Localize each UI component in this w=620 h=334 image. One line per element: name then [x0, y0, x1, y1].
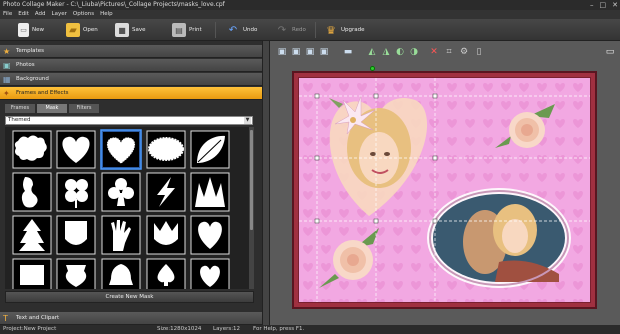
- delete-icon[interactable]: ✕: [428, 46, 440, 58]
- new-document-icon: ▭: [18, 23, 29, 37]
- mask-thumb-heart-soft[interactable]: [190, 215, 230, 255]
- collage-canvas[interactable]: [298, 77, 591, 303]
- accordion-frames-and-effects[interactable]: ✦ Frames and Effects: [0, 87, 262, 100]
- mask-thumb-tulip[interactable]: [146, 215, 186, 255]
- mask-thumb-heart[interactable]: [56, 130, 96, 169]
- folder-icon: ▰: [66, 23, 80, 37]
- mask-thumb-spade[interactable]: [146, 258, 186, 289]
- main-toolbar: ▭ New ▰ Open ■ Save ▤ Print ↶ Undo ↷ Red…: [0, 19, 620, 41]
- accordion-text-and-clipart[interactable]: T Text and Clipart: [0, 312, 262, 325]
- accordion-photos[interactable]: ▣ Photos: [0, 59, 262, 72]
- chevron-down-icon: ▼: [244, 117, 251, 124]
- mask-thumb-heart-lace[interactable]: [100, 129, 142, 170]
- tab-filters[interactable]: Filters: [69, 104, 99, 113]
- status-size: Size:1280x1024: [157, 326, 202, 332]
- create-new-mask-button[interactable]: Create New Mask: [5, 291, 254, 303]
- crop-icon[interactable]: ⌗: [443, 46, 455, 58]
- send-back-icon[interactable]: ▣: [318, 46, 330, 58]
- page-icon[interactable]: ▭: [604, 46, 616, 58]
- redo-arrow-icon: ↷: [277, 24, 287, 36]
- mask-thumb-vase[interactable]: [56, 258, 96, 289]
- status-layers: Layers:12: [213, 326, 241, 332]
- menu-file[interactable]: File: [3, 10, 12, 19]
- panel-splitter[interactable]: [262, 41, 270, 325]
- minimize-button[interactable]: –: [590, 0, 594, 10]
- mask-thumb-clover[interactable]: [56, 172, 96, 212]
- status-help: For Help, press F1.: [253, 326, 305, 332]
- photos-icon: ▣: [3, 61, 11, 70]
- bring-front-icon[interactable]: ▣: [276, 46, 288, 58]
- mask-category-select[interactable]: Themed ▼: [5, 116, 253, 125]
- status-bar: Project:New Project Size:1280x1024 Layer…: [0, 325, 620, 334]
- menu-add[interactable]: Add: [35, 10, 46, 19]
- window-title: Photo Collage Maker - C:\_Liuba\Pictures…: [3, 1, 225, 8]
- mask-thumb-cloud[interactable]: [12, 130, 52, 169]
- mask-thumb-tree[interactable]: [12, 215, 52, 255]
- maximize-button[interactable]: □: [600, 0, 607, 10]
- gallery-scrollbar[interactable]: [249, 127, 254, 289]
- undo-arrow-icon: ↶: [228, 24, 238, 36]
- upgrade-icon: ♛: [326, 23, 336, 37]
- tab-mask[interactable]: Mask: [37, 104, 67, 113]
- mask-thumb-figure[interactable]: [12, 172, 52, 212]
- new-button[interactable]: ▭ New: [18, 21, 44, 39]
- open-button[interactable]: ▰ Open: [66, 21, 98, 39]
- align-icon[interactable]: ▬: [342, 46, 354, 58]
- status-project: Project:New Project: [3, 326, 57, 332]
- upgrade-button[interactable]: ♛ Upgrade: [324, 21, 364, 39]
- print-button[interactable]: ▤ Print: [172, 21, 202, 39]
- accordion-templates[interactable]: ★ Templates: [0, 45, 262, 58]
- mask-thumb-bell[interactable]: [101, 258, 141, 289]
- flip-vertical-icon[interactable]: ◮: [380, 46, 392, 58]
- mask-thumb-frame-rect[interactable]: [12, 258, 52, 289]
- oval-photo[interactable]: [427, 188, 571, 288]
- printer-icon: ▤: [172, 23, 186, 37]
- menu-edit[interactable]: Edit: [18, 10, 29, 19]
- frames-icon: ✦: [3, 89, 10, 98]
- mask-thumb-shield[interactable]: [56, 215, 96, 255]
- frames-tabs: Frames Mask Filters: [5, 104, 99, 113]
- scrollbar-thumb[interactable]: [250, 130, 253, 230]
- rotate-right-icon[interactable]: ◑: [408, 46, 420, 58]
- text-icon: T: [3, 314, 8, 323]
- menu-layer[interactable]: Layer: [52, 10, 67, 19]
- mask-thumb-club[interactable]: [101, 172, 141, 212]
- lock-icon[interactable]: ▯: [473, 46, 485, 58]
- title-bar: Photo Collage Maker - C:\_Liuba\Pictures…: [0, 0, 620, 10]
- mask-thumb-leaf[interactable]: [190, 130, 230, 169]
- tab-frames[interactable]: Frames: [5, 104, 35, 113]
- mask-gallery: [5, 127, 249, 289]
- rotate-left-icon[interactable]: ◐: [394, 46, 406, 58]
- mask-thumb-oval-stamp[interactable]: [146, 130, 186, 169]
- bring-forward-icon[interactable]: ▣: [290, 46, 302, 58]
- send-backward-icon[interactable]: ▣: [304, 46, 316, 58]
- undo-button[interactable]: ↶ Undo: [226, 21, 258, 39]
- menu-bar: File Edit Add Layer Options Help: [0, 10, 620, 19]
- redo-button[interactable]: ↷ Redo: [275, 21, 306, 39]
- close-window-button[interactable]: ✕: [612, 0, 618, 10]
- mask-thumb-crown[interactable]: [190, 172, 230, 212]
- accordion-background[interactable]: ▦ Background: [0, 73, 262, 86]
- menu-options[interactable]: Options: [73, 10, 94, 19]
- mask-thumb-heart-small[interactable]: [190, 258, 230, 289]
- mask-thumb-lightning[interactable]: [146, 172, 186, 212]
- flip-horizontal-icon[interactable]: ◭: [366, 46, 378, 58]
- menu-help[interactable]: Help: [100, 10, 113, 19]
- rotate-handle[interactable]: [370, 66, 375, 71]
- gear-icon[interactable]: ⚙: [458, 46, 470, 58]
- floppy-disk-icon: ■: [115, 23, 129, 37]
- mask-thumb-hand[interactable]: [101, 215, 141, 255]
- collage-frame: [292, 71, 597, 309]
- background-icon: ▦: [3, 75, 11, 84]
- layer-toolbar: ▣ ▣ ▣ ▣ ▬ ◭ ◮ ◐ ◑ ✕ ⌗ ⚙ ▯ ▭: [270, 44, 620, 61]
- save-button[interactable]: ■ Save: [115, 21, 146, 39]
- templates-icon: ★: [3, 47, 11, 56]
